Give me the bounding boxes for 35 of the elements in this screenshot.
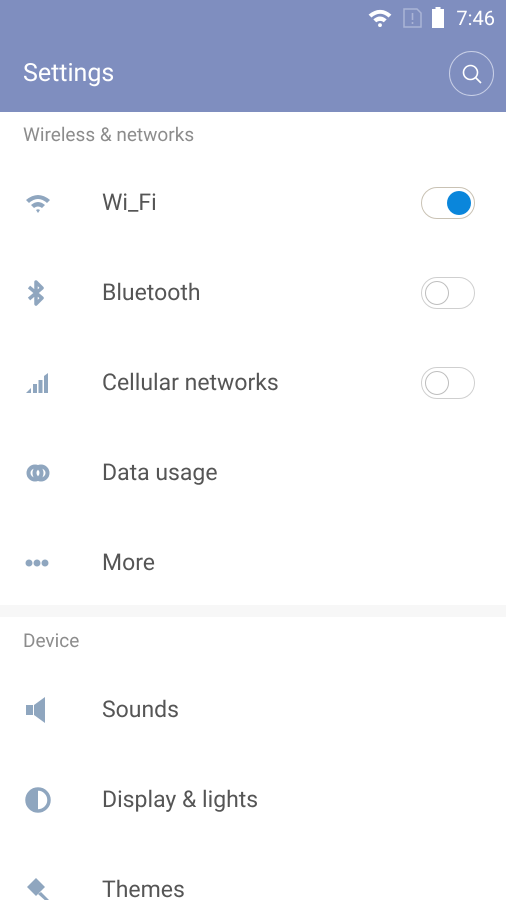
row-label: Data usage: [102, 458, 219, 488]
wifi-icon: [367, 8, 394, 27]
settings-row[interactable]: Data usage: [0, 428, 506, 518]
row-label: Display & lights: [102, 784, 260, 815]
wifi-icon: [25, 193, 51, 213]
section-header: Wireless & networks: [23, 122, 194, 148]
settings-row[interactable]: Cellular networks: [0, 338, 506, 428]
settings-row[interactable]: Bluetooth: [0, 248, 506, 338]
sim-alert-icon: [403, 8, 422, 28]
row-label: Wi_Fi: [102, 188, 158, 218]
settings-row[interactable]: Wi_Fi: [0, 158, 506, 248]
settings-row[interactable]: Display & lights: [0, 755, 506, 845]
link-rings-icon: [25, 463, 51, 483]
section-header: Device: [23, 628, 80, 654]
status-time: 7:46: [456, 4, 495, 32]
row-label: Bluetooth: [102, 278, 202, 308]
toggle-switch[interactable]: [421, 367, 475, 399]
half-circle-icon: [25, 787, 51, 813]
settings-row[interactable]: Themes: [0, 845, 506, 900]
settings-row[interactable]: More: [0, 518, 506, 608]
row-label: Cellular networks: [102, 368, 280, 398]
screen-title: Settings: [23, 58, 114, 90]
settings-row[interactable]: Sounds: [0, 665, 506, 755]
toggle-switch[interactable]: [421, 187, 475, 219]
row-label: Themes: [102, 874, 186, 900]
speaker-icon: [25, 697, 47, 723]
row-label: Sounds: [102, 694, 180, 725]
signal-bars-icon: [25, 372, 49, 394]
toggle-switch[interactable]: [421, 277, 475, 309]
search-icon: [460, 62, 482, 84]
battery-icon: [432, 7, 444, 28]
row-label: More: [102, 548, 156, 578]
search-button[interactable]: [449, 51, 494, 96]
more-dots-icon: [25, 559, 49, 567]
bluetooth-icon: [25, 280, 47, 306]
